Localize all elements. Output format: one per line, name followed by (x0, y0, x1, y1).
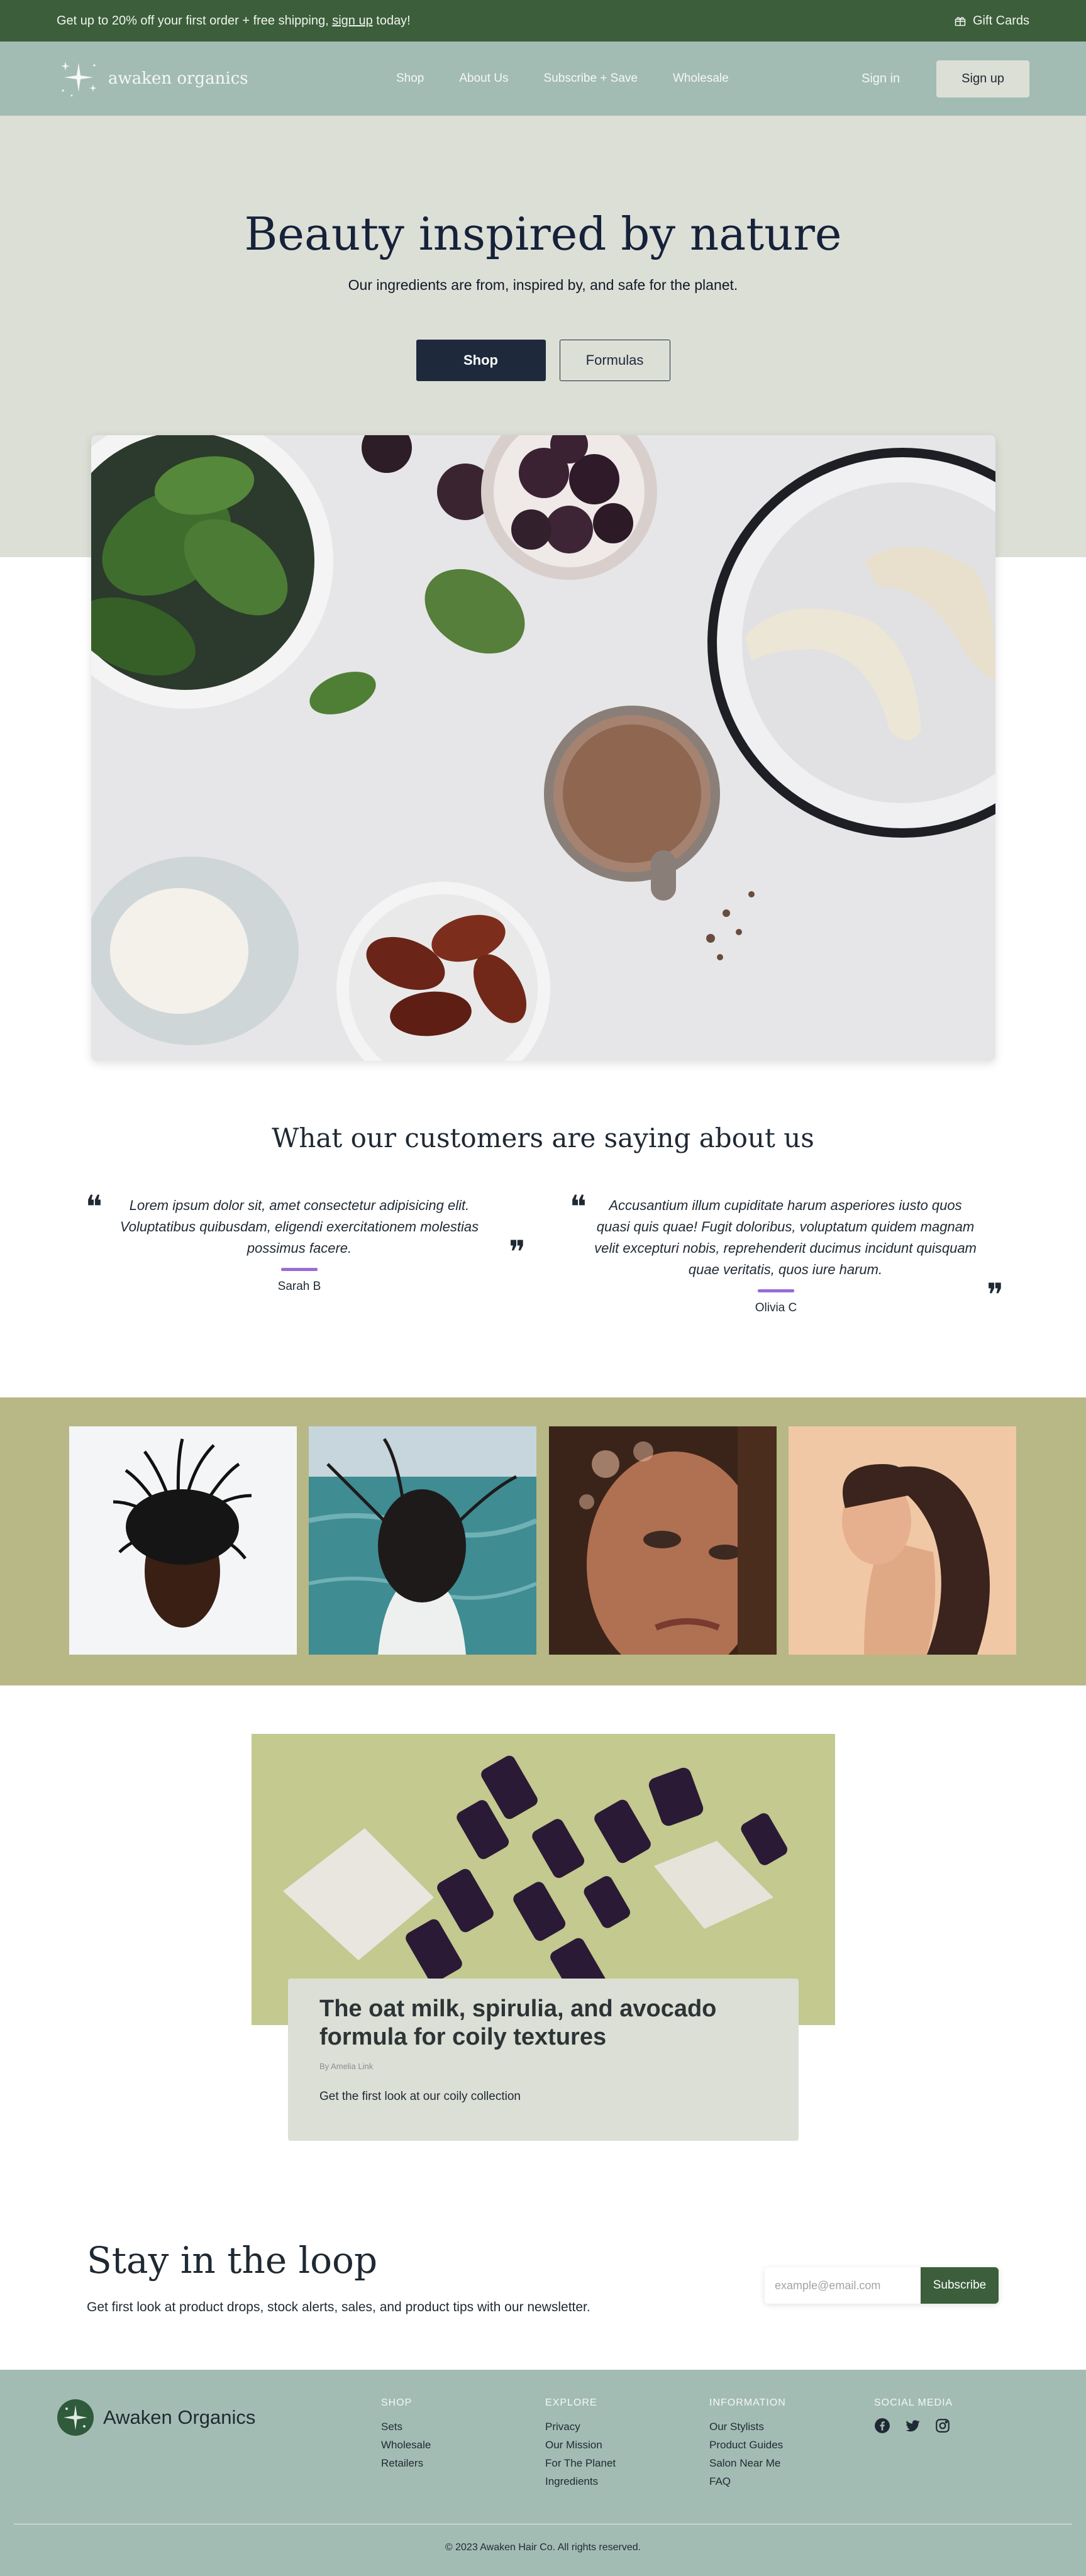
gift-icon (955, 17, 966, 26)
feature-description: Get the first look at our coily collecti… (319, 2090, 521, 2103)
footer-link[interactable]: Retailers (381, 2454, 431, 2472)
footer-column-heading: EXPLORE (545, 2397, 597, 2408)
gallery-image (309, 1426, 536, 1655)
testimonial-author: Sarah B (277, 1280, 321, 1293)
gift-cards-label: Gift Cards (972, 13, 1029, 28)
testimonials-title: What our customers are saying about us (272, 1123, 814, 1153)
open-quote-icon: ❝ (570, 1189, 587, 1224)
open-quote-icon: ❝ (86, 1189, 103, 1224)
testimonial-card: ❝ Lorem ipsum dolor sit, amet consectetu… (79, 1191, 526, 1297)
hero-title: Beauty inspired by nature (244, 208, 842, 260)
feature-card[interactable]: The oat milk, spirulia, and avocado form… (288, 1979, 799, 2141)
footer-link[interactable]: Salon Near Me (709, 2454, 786, 2472)
newsletter-subtitle: Get first look at product drops, stock a… (87, 2300, 590, 2314)
footer-column-heading: SOCIAL MEDIA (874, 2397, 953, 2408)
announcement-bar: Get up to 20% off your first order + fre… (0, 0, 1086, 42)
gift-cards-link[interactable]: Gift Cards (954, 14, 1029, 28)
footer-link[interactable]: Our Stylists (709, 2418, 786, 2436)
footer-column-explore: EXPLORE Privacy Our Mission For The Plan… (545, 2397, 616, 2490)
feature-byline: By Amelia Link (319, 2062, 374, 2071)
nav-item-wholesale[interactable]: Wholesale (673, 72, 729, 86)
footer-link[interactable]: Our Mission (545, 2436, 616, 2454)
close-quote-icon: ❞ (509, 1235, 526, 1270)
hero-subtitle: Our ingredients are from, inspired by, a… (348, 277, 738, 293)
footer-link[interactable]: Sets (381, 2418, 431, 2436)
sparkle-logo-icon (61, 62, 97, 97)
footer-link[interactable]: Ingredients (545, 2472, 616, 2490)
footer-column-heading: INFORMATION (709, 2397, 786, 2408)
subscribe-button[interactable]: Subscribe (921, 2267, 999, 2304)
hero-buttons: Shop Formulas (0, 340, 1086, 381)
footer-column-shop: SHOP Sets Wholesale Retailers (381, 2397, 431, 2472)
nav-item-about-us[interactable]: About Us (459, 72, 508, 86)
nav-menu: Shop About Us Subscribe + Save Wholesale (396, 72, 729, 86)
nav-item-subscribe-save[interactable]: Subscribe + Save (544, 72, 638, 86)
hero-formulas-button[interactable]: Formulas (559, 340, 670, 381)
close-quote-icon: ❞ (987, 1277, 1004, 1313)
sign-in-link[interactable]: Sign in (862, 72, 900, 86)
testimonial-quote: Lorem ipsum dolor sit, amet consectetur … (119, 1197, 479, 1256)
nav-auth: Sign in Sign up (862, 60, 1029, 97)
footer-link[interactable]: Wholesale (381, 2436, 431, 2454)
hero-shop-button[interactable]: Shop (416, 340, 546, 381)
footer-column-information: INFORMATION Our Stylists Product Guides … (709, 2397, 786, 2490)
social-icons (874, 2418, 953, 2434)
feature-title: The oat milk, spirulia, and avocado form… (319, 1996, 717, 2050)
sign-up-button[interactable]: Sign up (936, 60, 1029, 97)
twitter-icon[interactable] (904, 2418, 921, 2434)
footer-link[interactable]: For The Planet (545, 2454, 616, 2472)
footer-link[interactable]: Privacy (545, 2418, 616, 2436)
footer-logo-icon (57, 2399, 94, 2436)
hero-ingredients-image (91, 435, 995, 1061)
instagram-icon[interactable] (934, 2418, 951, 2434)
testimonial-accent-bar (281, 1268, 318, 1271)
newsletter-title: Stay in the loop (87, 2239, 378, 2282)
footer-brand-name: Awaken Organics (103, 2406, 256, 2428)
testimonial-accent-bar (758, 1289, 794, 1292)
testimonial-author: Olivia C (755, 1301, 797, 1314)
facebook-icon[interactable] (874, 2418, 890, 2434)
announcement-text: Get up to 20% off your first order + fre… (57, 13, 411, 28)
brand-name: awaken organics (108, 69, 248, 88)
testimonial-quote: Accusantium illum cupiditate harum asper… (594, 1197, 977, 1277)
gallery-image (789, 1426, 1016, 1655)
footer-copyright: © 2023 Awaken Hair Co. All rights reserv… (445, 2542, 641, 2553)
footer-brand[interactable]: Awaken Organics (57, 2399, 255, 2436)
brand-logo[interactable]: awaken organics (57, 57, 384, 101)
footer-column-social: SOCIAL MEDIA (874, 2397, 953, 2434)
footer-column-heading: SHOP (381, 2397, 413, 2408)
footer-link[interactable]: Product Guides (709, 2436, 786, 2454)
nav-item-shop[interactable]: Shop (396, 72, 424, 86)
footer-link[interactable]: FAQ (709, 2472, 786, 2490)
testimonial-card: ❝ Accusantium illum cupiditate harum asp… (556, 1191, 1004, 1319)
gallery-image (69, 1426, 297, 1655)
announcement-signup-link[interactable]: sign up (332, 14, 373, 28)
gallery-image (549, 1426, 777, 1655)
newsletter-form: Subscribe (765, 2267, 999, 2304)
main-nav: awaken organics Shop About Us Subscribe … (0, 42, 1086, 116)
newsletter-email-input[interactable] (765, 2267, 921, 2304)
